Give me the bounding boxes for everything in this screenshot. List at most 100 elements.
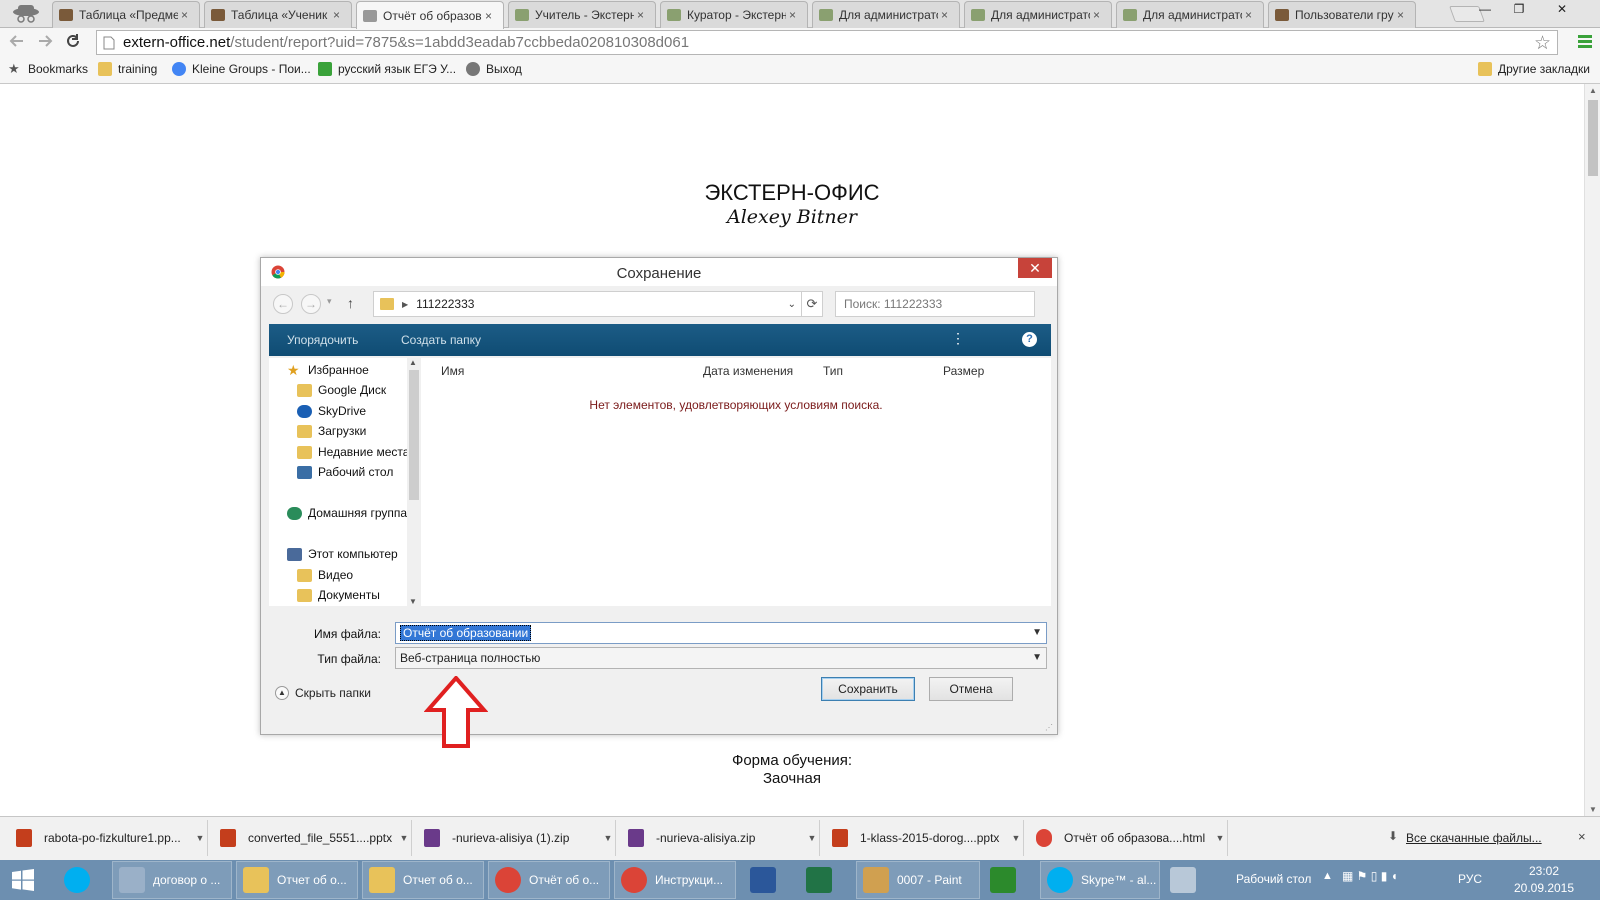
tab-1[interactable]: Таблица «Предме ×: [52, 1, 200, 28]
nav-item-6[interactable]: Рабочий стол: [297, 462, 393, 482]
forward-button[interactable]: [34, 32, 56, 54]
bookmark-4[interactable]: русский язык ЕГЭ У...: [318, 62, 456, 76]
dialog-back-button[interactable]: ←: [273, 294, 293, 314]
nav-item-9[interactable]: Видео: [297, 565, 353, 585]
folder-path[interactable]: ▶ 111222333 ⌄: [373, 291, 803, 317]
tab-4[interactable]: Учитель - Экстерн ×: [508, 1, 656, 28]
taskbar-item-10[interactable]: 0007 - Paint: [856, 861, 980, 899]
hide-folders-button[interactable]: ▲ Скрыть папки: [275, 686, 371, 700]
desktop-toolbar-label[interactable]: Рабочий стол: [1236, 872, 1311, 886]
filetype-dropdown-icon[interactable]: ▼: [1032, 648, 1042, 668]
tab-8[interactable]: Для администрато ×: [1116, 1, 1264, 28]
clock-date[interactable]: 20.09.2015: [1510, 881, 1578, 895]
bookmark-5[interactable]: Выход: [466, 62, 522, 76]
address-bar[interactable]: extern-office.net/student/report?uid=787…: [96, 30, 1558, 55]
tab-close-icon[interactable]: ×: [789, 8, 801, 22]
taskbar-item-8[interactable]: [744, 861, 796, 899]
download-menu-icon[interactable]: ▼: [1213, 833, 1227, 843]
back-button[interactable]: [6, 32, 28, 54]
view-options-icon[interactable]: ⋮: [951, 330, 965, 347]
taskbar-item-7[interactable]: Инструкци...: [614, 861, 736, 899]
language-indicator[interactable]: РУС: [1458, 872, 1482, 886]
restore-button[interactable]: ❐: [1502, 0, 1536, 20]
taskbar-item-6[interactable]: Отчёт об о...: [488, 861, 610, 899]
dialog-titlebar[interactable]: Сохранение ✕: [261, 258, 1057, 286]
tab-close-icon[interactable]: ×: [637, 8, 649, 22]
taskbar-item-1[interactable]: [4, 861, 54, 899]
nav-item-10[interactable]: Документы: [297, 585, 380, 605]
save-button[interactable]: Сохранить: [821, 677, 915, 701]
up-folder-icon[interactable]: ↑: [347, 295, 354, 311]
tray-expand-icon[interactable]: ▲: [1322, 870, 1333, 882]
tab-close-icon[interactable]: ×: [485, 9, 497, 23]
tab-9[interactable]: Пользователи гру ×: [1268, 1, 1416, 28]
other-bookmarks[interactable]: Другие закладки: [1478, 62, 1590, 76]
tab-6[interactable]: Для администрато ×: [812, 1, 960, 28]
nav-scrollbar[interactable]: ▲ ▼: [407, 358, 421, 606]
filename-input[interactable]: Отчёт об образовании ▼: [395, 622, 1047, 644]
nav-item-2[interactable]: Google Диск: [297, 380, 386, 400]
nav-scroll-up-icon[interactable]: ▲: [409, 358, 417, 367]
tab-close-icon[interactable]: ×: [333, 8, 345, 22]
scroll-down-icon[interactable]: ▼: [1585, 805, 1600, 814]
tray-icons[interactable]: ▦ ⚑ ▯ ▮ ◖: [1342, 869, 1398, 883]
nav-item-5[interactable]: Недавние места: [297, 442, 409, 462]
reload-button[interactable]: [62, 32, 84, 54]
taskbar-item-13[interactable]: [1164, 861, 1224, 899]
tab-5[interactable]: Куратор - Экстерн ×: [660, 1, 808, 28]
tab-close-icon[interactable]: ×: [1397, 8, 1409, 22]
nav-item-4[interactable]: Загрузки: [297, 421, 366, 441]
all-downloads-link[interactable]: Все скачанные файлы...: [1406, 831, 1542, 845]
path-dropdown-icon[interactable]: ⌄: [788, 299, 796, 310]
dialog-search-input[interactable]: Поиск: 111222333: [835, 291, 1035, 317]
tab-7[interactable]: Для администрато ×: [964, 1, 1112, 28]
download-item-2[interactable]: converted_file_5551....pptx ▼: [208, 820, 412, 856]
taskbar-item-2[interactable]: [58, 861, 108, 899]
download-menu-icon[interactable]: ▼: [805, 833, 819, 843]
taskbar-item-11[interactable]: [984, 861, 1036, 899]
nav-scroll-down-icon[interactable]: ▼: [409, 597, 417, 606]
download-item-4[interactable]: -nurieva-alisiya.zip ▼: [616, 820, 820, 856]
page-scrollbar[interactable]: ▲ ▼: [1584, 84, 1600, 816]
dialog-refresh-button[interactable]: ⟳: [801, 291, 823, 317]
taskbar-item-5[interactable]: Отчет об о...: [362, 861, 484, 899]
tab-close-icon[interactable]: ×: [941, 8, 953, 22]
menu-icon[interactable]: [1578, 34, 1592, 50]
dialog-close-button[interactable]: ✕: [1018, 258, 1052, 278]
window-close-button[interactable]: ✕: [1536, 0, 1588, 20]
organize-button[interactable]: Упорядочить: [287, 333, 358, 347]
taskbar-item-3[interactable]: договор о ...: [112, 861, 232, 899]
recent-locations-icon[interactable]: ▾: [327, 296, 332, 307]
tab-close-icon[interactable]: ×: [1245, 8, 1257, 22]
cancel-button[interactable]: Отмена: [929, 677, 1013, 701]
tab-close-icon[interactable]: ×: [1093, 8, 1105, 22]
download-menu-icon[interactable]: ▼: [1009, 833, 1023, 843]
download-menu-icon[interactable]: ▼: [601, 833, 615, 843]
bookmark-star-icon[interactable]: ☆: [1534, 32, 1551, 55]
filetype-select[interactable]: Веб-страница полностью ▼: [395, 647, 1047, 669]
nav-item-8[interactable]: Этот компьютер: [287, 544, 398, 564]
resize-grip-icon[interactable]: ⋰: [1045, 723, 1053, 732]
taskbar-item-12[interactable]: Skype™ - al...: [1040, 861, 1160, 899]
tab-3[interactable]: Отчёт об образов ×: [356, 1, 504, 29]
nav-item-7[interactable]: Домашняя группа: [287, 503, 407, 523]
filename-dropdown-icon[interactable]: ▼: [1032, 623, 1042, 643]
tab-2[interactable]: Таблица «Ученик ×: [204, 1, 352, 28]
download-item-3[interactable]: -nurieva-alisiya (1).zip ▼: [412, 820, 616, 856]
downloads-close-button[interactable]: ×: [1578, 829, 1586, 844]
download-menu-icon[interactable]: ▼: [397, 833, 411, 843]
scroll-up-icon[interactable]: ▲: [1585, 86, 1600, 95]
scroll-thumb[interactable]: [1588, 100, 1598, 176]
new-folder-button[interactable]: Создать папку: [401, 333, 481, 347]
column-name[interactable]: Имя: [441, 364, 464, 378]
nav-item-1[interactable]: ★ Избранное: [287, 360, 369, 380]
clock-time[interactable]: 23:02: [1514, 864, 1574, 878]
column-modified[interactable]: Дата изменения: [703, 364, 793, 378]
nav-item-3[interactable]: SkyDrive: [297, 401, 366, 421]
help-icon[interactable]: ?: [1022, 332, 1037, 347]
minimize-button[interactable]: —: [1468, 0, 1502, 20]
column-size[interactable]: Размер: [943, 364, 984, 378]
tab-close-icon[interactable]: ×: [181, 8, 193, 22]
download-item-6[interactable]: Отчёт об образова....html ▼: [1024, 820, 1228, 856]
bookmark-1[interactable]: ★ Bookmarks: [8, 62, 88, 77]
